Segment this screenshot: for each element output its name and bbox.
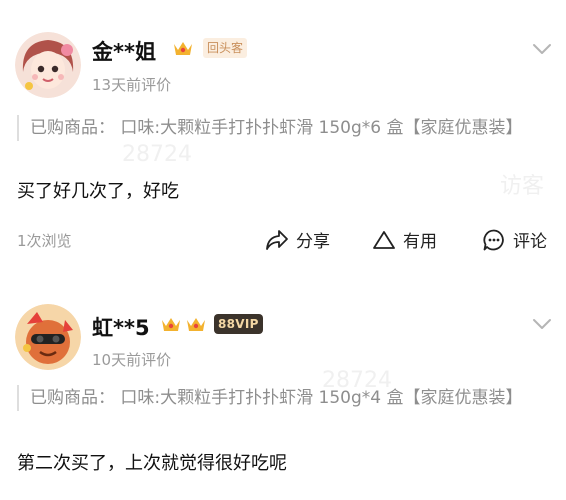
review-time: 13天前评价 (92, 76, 172, 94)
share-button[interactable]: 分享 (265, 227, 330, 252)
username: 金**姐 (92, 40, 156, 64)
avatar[interactable] (15, 32, 81, 98)
chevron-down-icon[interactable] (532, 43, 552, 55)
crown-icon (174, 42, 192, 55)
share-label: 分享 (296, 232, 330, 252)
returning-customer-tag: 回头客 (203, 38, 248, 58)
user-badges: 88VIP (160, 314, 263, 334)
avatar[interactable] (15, 304, 81, 370)
view-count: 1次浏览 (17, 232, 72, 250)
user-badges: 回头客 (172, 38, 248, 58)
triangle-icon (373, 230, 395, 249)
username: 虹**5 (92, 316, 150, 340)
comment-button[interactable]: 评论 (482, 227, 547, 252)
review-content: 第二次买了，上次就觉得很好吃呢 (17, 453, 287, 474)
watermark: 28724 (122, 142, 192, 167)
useful-button[interactable]: 有用 (372, 227, 437, 252)
review-time: 10天前评价 (92, 351, 172, 369)
purchased-product: 已购商品： 口味:大颗粒手打扑扑虾滑 150g*4 盒【家庭优惠装】 (17, 385, 563, 411)
review-content: 买了好几次了，好吃 (17, 181, 179, 202)
vip-badge: 88VIP (214, 314, 263, 334)
comment-icon (483, 229, 504, 250)
purchased-product: 已购商品： 口味:大颗粒手打扑扑虾滑 150g*6 盒【家庭优惠装】 (17, 115, 563, 141)
crown-icon (187, 318, 205, 331)
watermark: 访客 (500, 174, 545, 199)
crown-icon (162, 318, 180, 331)
share-icon (266, 229, 288, 250)
comment-label: 评论 (513, 232, 547, 252)
useful-label: 有用 (403, 232, 437, 252)
chevron-down-icon[interactable] (532, 318, 552, 330)
